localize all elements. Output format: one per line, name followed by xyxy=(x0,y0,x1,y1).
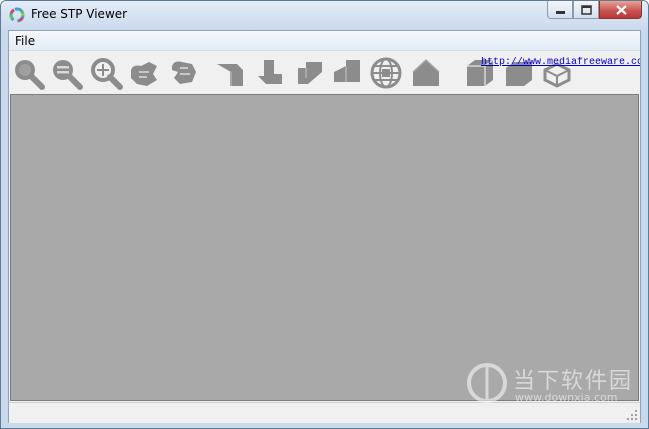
zoom-out-icon[interactable] xyxy=(49,56,83,90)
app-logo-icon xyxy=(9,7,25,23)
view-home-icon[interactable] xyxy=(409,56,443,90)
client-area: File http://www.mediafreeware.co xyxy=(8,30,641,423)
title-bar[interactable]: Free STP Viewer xyxy=(1,1,648,30)
resize-grip-icon[interactable] xyxy=(626,409,638,421)
rotate-icon[interactable] xyxy=(127,56,161,90)
view-left-icon[interactable] xyxy=(292,56,326,90)
caption-buttons xyxy=(547,1,642,21)
close-icon xyxy=(616,5,627,15)
minimize-button[interactable] xyxy=(547,1,573,19)
zoom-fit-icon[interactable] xyxy=(89,56,123,90)
close-button[interactable] xyxy=(599,1,642,19)
website-link[interactable]: http://www.mediafreeware.co xyxy=(481,57,640,68)
app-window: Free STP Viewer File http://www.mediafre… xyxy=(0,0,649,429)
view-right-icon[interactable] xyxy=(330,56,364,90)
menu-file[interactable]: File xyxy=(15,34,35,48)
menu-bar: File xyxy=(9,31,640,51)
maximize-button[interactable] xyxy=(573,1,599,19)
view-top-globe-icon[interactable] xyxy=(369,56,403,90)
minimize-icon xyxy=(556,11,565,14)
zoom-icon[interactable] xyxy=(11,56,45,90)
pan-icon[interactable] xyxy=(166,56,200,90)
status-bar xyxy=(9,402,640,423)
maximize-icon xyxy=(581,5,592,15)
3d-viewport[interactable] xyxy=(10,94,639,401)
view-back-icon[interactable] xyxy=(252,56,286,90)
view-front-icon[interactable] xyxy=(213,56,247,90)
toolbar: http://www.mediafreeware.co xyxy=(9,51,640,93)
window-title: Free STP Viewer xyxy=(31,7,128,21)
